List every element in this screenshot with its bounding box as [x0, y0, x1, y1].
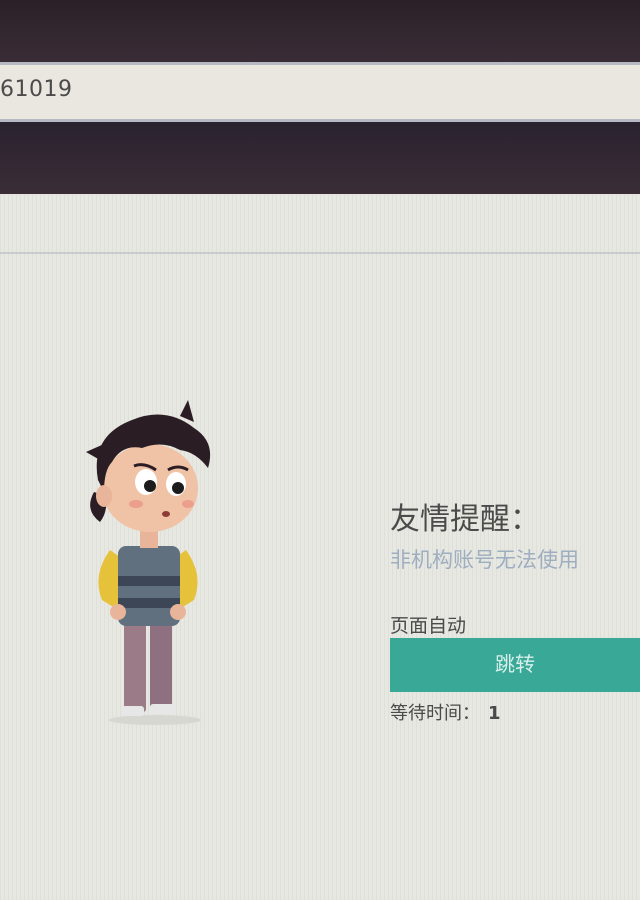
- browser-top-frame: [0, 0, 640, 62]
- header-divider: [0, 252, 640, 254]
- worried-boy-illustration: [86, 400, 211, 725]
- wait-time-count: 1: [488, 703, 501, 724]
- page-content: 友情提醒： 非机构账号无法使用 页面自动 跳转 等待时间： 1: [0, 194, 640, 900]
- notice-title: 友情提醒：: [390, 502, 540, 537]
- address-bar[interactable]: 61019: [0, 62, 640, 122]
- notice-message: 非机构账号无法使用: [390, 548, 579, 572]
- address-text[interactable]: 61019: [0, 77, 73, 102]
- auto-redirect-label: 页面自动: [390, 615, 467, 637]
- monitor-screen: 61019 友情提醒： 非机构账号无法使用 页面自动 跳转 等待时间： 1: [0, 0, 640, 900]
- site-header-bar: [0, 122, 640, 194]
- jump-button[interactable]: 跳转: [390, 638, 640, 692]
- wait-time-row: 等待时间： 1: [390, 699, 501, 725]
- wait-time-label: 等待时间：: [390, 703, 480, 724]
